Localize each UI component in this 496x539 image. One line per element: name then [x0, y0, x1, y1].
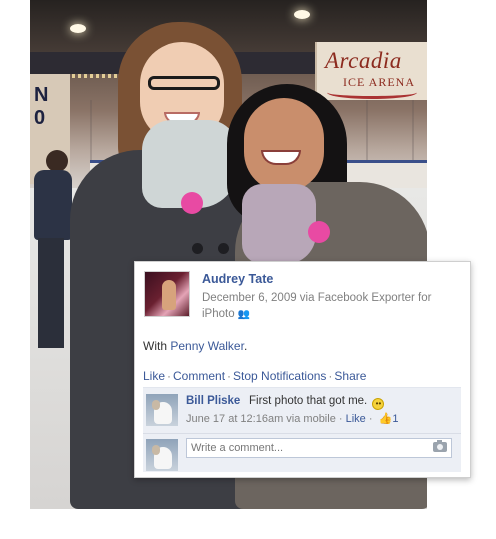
coat-button — [192, 243, 203, 254]
camera-top — [437, 440, 442, 442]
smiley-icon: •• — [372, 398, 385, 410]
post-meta: December 6, 2009 via Facebook Exporter f… — [202, 290, 464, 323]
like-link[interactable]: Like — [143, 369, 165, 383]
friends-icon[interactable]: 👥 — [238, 307, 250, 323]
pink-badge — [181, 192, 203, 214]
photo-post-card: Audrey Tate December 6, 2009 via Faceboo… — [134, 261, 471, 478]
separator: · — [167, 369, 172, 383]
skater-head — [46, 150, 68, 172]
comment-divider — [143, 433, 461, 434]
comment-like-count[interactable]: 1 — [392, 413, 398, 425]
comment-link[interactable]: Comment — [173, 369, 225, 383]
woman-right-face — [244, 98, 324, 192]
arena-sign-name: Arcadia — [325, 48, 402, 73]
separator: · — [328, 369, 333, 383]
author-avatar[interactable] — [144, 271, 190, 317]
with-suffix: . — [243, 339, 248, 353]
skater-legs — [38, 238, 64, 348]
skater-body — [34, 170, 72, 240]
camera-icon[interactable] — [433, 440, 447, 452]
pink-badge — [308, 221, 330, 243]
background-skater — [30, 150, 74, 350]
comment-body: First photo that got me. — [249, 395, 368, 407]
comment-time[interactable]: June 17 at 12:16am via mobile — [186, 413, 336, 425]
thumbs-up-icon[interactable]: 👍 — [379, 413, 393, 425]
separator: · — [227, 369, 232, 383]
post-date[interactable]: December 6, 2009 via Facebook Exporter f… — [202, 292, 431, 320]
avatar-figure — [162, 280, 176, 310]
woman-right-scarf — [242, 184, 316, 264]
share-link[interactable]: Share — [334, 369, 366, 383]
write-comment-input[interactable] — [186, 438, 452, 458]
composer-avatar — [146, 439, 178, 471]
ceiling-light — [294, 10, 310, 19]
post-author-link[interactable]: Audrey Tate — [202, 272, 273, 286]
commenter-avatar[interactable] — [146, 394, 178, 426]
arena-sign-swoosh — [327, 86, 417, 99]
left-wall-mark: N 0 — [34, 84, 49, 129]
tagged-person-link[interactable]: Penny Walker — [170, 339, 244, 353]
comment-text: First photo that got me. •• — [249, 395, 385, 410]
with-prefix: With — [143, 339, 167, 353]
comment-like-link[interactable]: Like — [346, 413, 366, 425]
ceiling-light — [70, 24, 86, 33]
separator: · — [338, 413, 343, 425]
post-actions: Like · Comment · Stop Notifications · Share — [143, 369, 366, 383]
dog-ear — [152, 400, 160, 410]
comment-author-link[interactable]: Bill Pliske — [186, 395, 240, 407]
separator: · — [368, 413, 373, 425]
arena-sign: Arcadia ICE ARENA — [315, 42, 427, 100]
comments-section: Bill Pliske First photo that got me. •• … — [143, 387, 461, 472]
comment-meta: June 17 at 12:16am via mobile · Like · 👍… — [186, 412, 398, 425]
woman-left-glasses — [148, 76, 220, 90]
camera-lens — [437, 444, 443, 450]
stop-notifications-link[interactable]: Stop Notifications — [233, 369, 326, 383]
coat-button — [218, 243, 229, 254]
tagged-with: With Penny Walker. — [143, 339, 247, 353]
dog-ear — [152, 445, 160, 455]
